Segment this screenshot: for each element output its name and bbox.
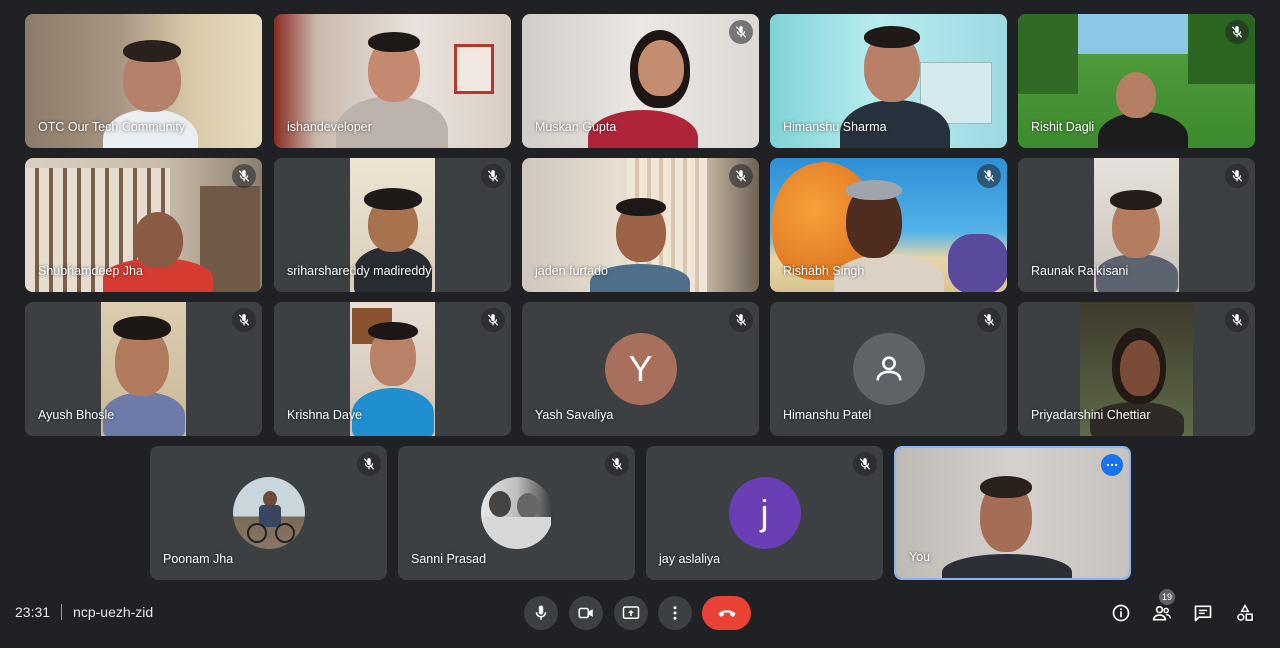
participant-name: ishandeveloper <box>287 120 372 134</box>
participant-name: You <box>909 550 931 564</box>
participant-tile[interactable]: Raunak Raikisani <box>1018 158 1255 292</box>
meeting-time: 23:31 <box>15 604 51 620</box>
mic-off-icon <box>232 164 256 188</box>
avatar-initial: Y <box>628 348 653 389</box>
meeting-info: 23:31 ncp-uezh-zid <box>15 604 153 620</box>
participant-name: Muskan Gupta <box>535 120 617 134</box>
participant-name: Himanshu Patel <box>783 408 872 422</box>
present-screen-icon <box>622 606 640 619</box>
participant-tile[interactable]: Himanshu Patel <box>770 302 1007 436</box>
info-icon <box>1112 604 1130 622</box>
participant-name: jay aslaliya <box>659 552 721 566</box>
participant-tile[interactable]: Krishna Dave <box>274 302 511 436</box>
people-button[interactable]: 19 <box>1151 589 1175 624</box>
avatar <box>480 477 553 549</box>
participant-name: Rishabh Singh <box>783 264 865 278</box>
chat-button[interactable] <box>1192 602 1214 624</box>
participant-tile[interactable]: Poonam Jha <box>150 446 387 580</box>
activities-button[interactable] <box>1234 602 1256 624</box>
mic-off-icon <box>729 164 753 188</box>
chat-icon <box>1194 605 1212 622</box>
mic-off-icon <box>481 164 505 188</box>
mic-off-icon <box>1225 308 1249 332</box>
end-call-button[interactable] <box>702 596 751 630</box>
participant-tile[interactable]: Rishabh Singh <box>770 158 1007 292</box>
mic-button[interactable] <box>524 596 558 630</box>
participant-name: Priyadarshini Chettiar <box>1031 408 1151 422</box>
participant-tile[interactable]: OTC Our Tech Community <box>25 14 262 148</box>
info-button[interactable] <box>1110 602 1132 624</box>
participant-name: Raunak Raikisani <box>1031 264 1129 278</box>
participant-name: sriharshareddy madireddy <box>287 264 432 278</box>
participant-name: Rishit Dagli <box>1031 120 1095 134</box>
mic-off-icon <box>357 452 381 476</box>
participant-tile[interactable]: Rishit Dagli <box>1018 14 1255 148</box>
divider <box>61 604 63 620</box>
mic-off-icon <box>1225 20 1249 44</box>
mic-off-icon <box>232 308 256 332</box>
mic-off-icon <box>481 308 505 332</box>
more-options-icon <box>673 606 677 620</box>
mic-off-icon <box>605 452 629 476</box>
participant-tile[interactable]: Shubhamdeep Jha <box>25 158 262 292</box>
mic-icon <box>535 605 547 620</box>
participant-tile[interactable]: Y Yash Savaliya <box>522 302 759 436</box>
participant-tile[interactable]: j jay aslaliya <box>646 446 883 580</box>
participant-tile[interactable]: Ayush Bhosle <box>25 302 262 436</box>
participant-name: Himanshu Sharma <box>783 120 887 134</box>
participant-count-badge: 19 <box>1159 589 1175 605</box>
participant-name: Poonam Jha <box>163 552 234 566</box>
bottom-toolbar: 23:31 ncp-uezh-zid 19 <box>0 589 1280 638</box>
avatar: j <box>728 477 801 549</box>
mic-off-icon <box>853 452 877 476</box>
participant-tile[interactable]: ishandeveloper <box>274 14 511 148</box>
mic-off-icon <box>729 20 753 44</box>
meeting-code[interactable]: ncp-uezh-zid <box>73 604 153 620</box>
more-options-icon[interactable] <box>1101 454 1123 476</box>
avatar-initial: j <box>760 492 769 533</box>
mic-off-icon <box>729 308 753 332</box>
default-avatar-icon <box>852 333 925 405</box>
activities-icon <box>1237 603 1253 621</box>
mic-off-icon <box>977 308 1001 332</box>
avatar: Y <box>604 333 677 405</box>
participant-name: jaden furtado <box>535 264 608 278</box>
participant-tile[interactable]: Muskan Gupta <box>522 14 759 148</box>
participant-tile[interactable]: jaden furtado <box>522 158 759 292</box>
participant-tile[interactable]: Sanni Prasad <box>398 446 635 580</box>
avatar <box>232 477 305 549</box>
participant-name: OTC Our Tech Community <box>38 120 186 134</box>
more-options-button[interactable] <box>658 596 692 630</box>
end-call-icon <box>718 610 735 617</box>
people-icon <box>1152 605 1172 621</box>
participant-video <box>896 448 1129 578</box>
self-view-tile[interactable]: You <box>894 446 1131 580</box>
mic-off-icon <box>977 164 1001 188</box>
participant-name: Ayush Bhosle <box>38 408 115 422</box>
participant-name: Krishna Dave <box>287 408 363 422</box>
participant-name: Sanni Prasad <box>411 552 487 566</box>
participant-name: Yash Savaliya <box>535 408 614 422</box>
camera-button[interactable] <box>569 596 603 630</box>
present-button[interactable] <box>614 596 648 630</box>
participant-tile[interactable]: Priyadarshini Chettiar <box>1018 302 1255 436</box>
camera-icon <box>578 607 593 619</box>
mic-off-icon <box>1225 164 1249 188</box>
participant-name: Shubhamdeep Jha <box>38 264 143 278</box>
participant-tile[interactable]: sriharshareddy madireddy <box>274 158 511 292</box>
participant-tile[interactable]: Himanshu Sharma <box>770 14 1007 148</box>
